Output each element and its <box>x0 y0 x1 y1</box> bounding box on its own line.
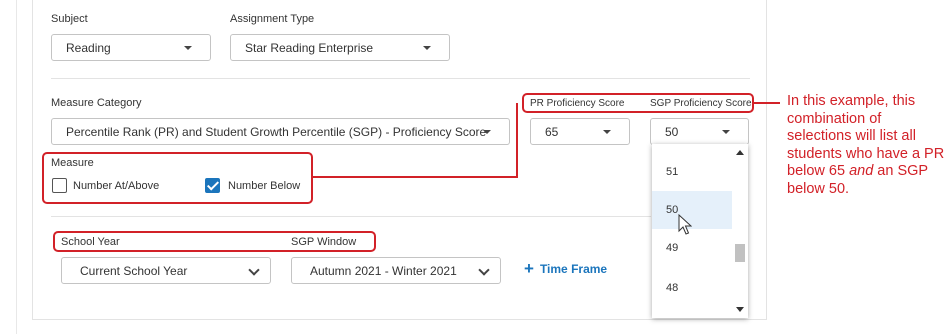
measure-category-value: Percentile Rank (PR) and Student Growth … <box>66 124 487 139</box>
annotation-text: In this example, this combination of sel… <box>787 93 947 198</box>
sgp-proficiency-value: 50 <box>665 124 679 139</box>
callout-connector <box>754 102 780 104</box>
time-frame-label: Time Frame <box>539 262 608 276</box>
sgp-window-select[interactable]: Autumn 2021 - Winter 2021 <box>291 257 501 284</box>
mouse-cursor-icon <box>678 214 692 235</box>
plus-icon: + <box>524 259 534 278</box>
callout-connector <box>312 176 517 178</box>
caret-down-icon <box>184 46 192 50</box>
section-divider <box>51 216 651 217</box>
annotation-emphasis: and <box>849 163 874 179</box>
sgp-proficiency-select[interactable]: 50 <box>650 118 749 145</box>
callout-box-measure <box>42 152 313 204</box>
measure-category-select[interactable]: Percentile Rank (PR) and Student Growth … <box>51 118 510 145</box>
pr-proficiency-select[interactable]: 65 <box>530 118 630 145</box>
assignment-type-select[interactable]: Star Reading Enterprise <box>230 34 450 61</box>
caret-down-icon <box>603 130 611 134</box>
caret-down-icon <box>722 130 730 134</box>
school-year-select[interactable]: Current School Year <box>61 257 271 284</box>
scroll-down-arrow-icon[interactable] <box>736 307 744 312</box>
dropdown-option-hovered[interactable]: 50 <box>652 191 732 229</box>
caret-down-icon <box>423 46 431 50</box>
assignment-type-label: Assignment Type <box>230 13 315 25</box>
assignment-type-value: Star Reading Enterprise <box>245 40 374 55</box>
callout-box-proficiency <box>522 93 754 113</box>
section-divider <box>51 78 750 79</box>
measure-category-label: Measure Category <box>51 97 142 109</box>
scroll-up-arrow-icon[interactable] <box>736 150 744 155</box>
callout-connector <box>516 103 518 178</box>
sgp-dropdown-list[interactable]: 51 50 49 48 <box>652 144 748 318</box>
pr-proficiency-value: 65 <box>545 124 559 139</box>
add-time-frame-button[interactable]: + Time Frame <box>524 259 608 278</box>
subject-label: Subject <box>51 13 88 25</box>
sgp-window-value: Autumn 2021 - Winter 2021 <box>310 263 457 278</box>
caret-down-icon <box>483 130 491 134</box>
subject-select[interactable]: Reading <box>51 34 211 61</box>
outer-border <box>16 0 17 334</box>
dropdown-option[interactable]: 49 <box>652 229 732 267</box>
school-year-value: Current School Year <box>80 263 188 278</box>
dropdown-option[interactable]: 48 <box>652 269 732 307</box>
callout-box-year-window <box>53 231 376 252</box>
scrollbar[interactable] <box>732 144 748 318</box>
scrollbar-thumb[interactable] <box>735 244 745 262</box>
dropdown-option[interactable]: 51 <box>652 153 732 191</box>
